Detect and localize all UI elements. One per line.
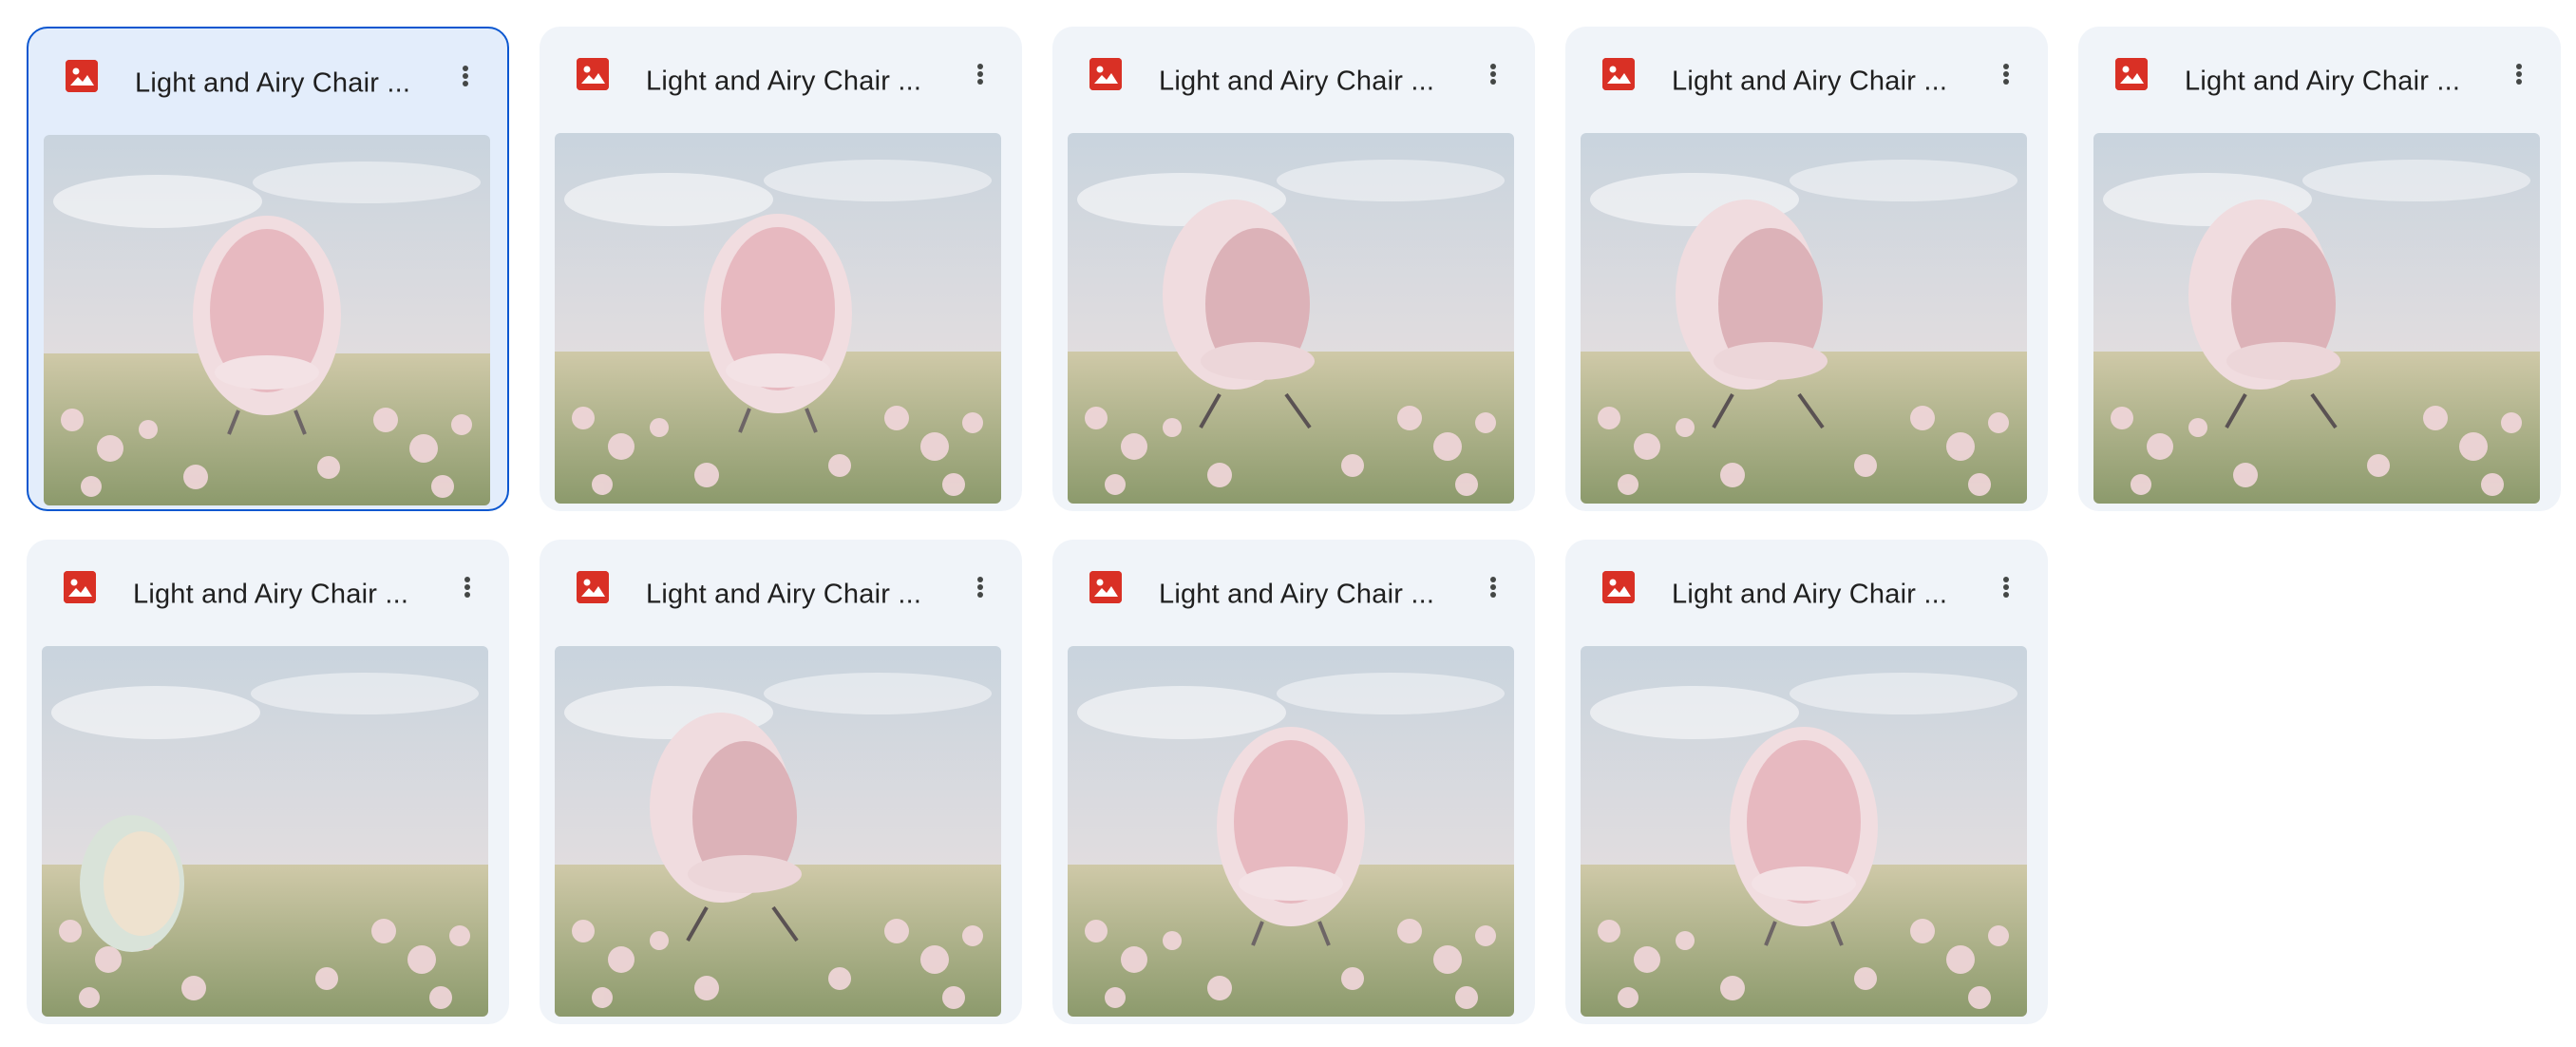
image-file-icon [66, 60, 98, 92]
image-thumbnail[interactable] [1068, 133, 1514, 504]
file-card-header: Light and Airy Chair ... [540, 540, 1022, 635]
dot-icon [2516, 79, 2522, 85]
file-title: Light and Airy Chair ... [133, 579, 409, 610]
image-thumbnail[interactable] [42, 646, 488, 1017]
dot-icon [1490, 584, 1496, 590]
file-card-header: Light and Airy Chair ... [2078, 27, 2561, 122]
dot-icon [2003, 64, 2009, 69]
more-options-button[interactable] [448, 568, 486, 606]
dot-icon [1490, 64, 1496, 69]
dot-icon [463, 73, 468, 79]
file-card-header: Light and Airy Chair ... [1565, 540, 2048, 635]
dot-icon [1490, 577, 1496, 582]
dot-icon [1490, 79, 1496, 85]
file-card[interactable]: Light and Airy Chair ... [1565, 27, 2048, 511]
image-file-icon [64, 571, 96, 603]
image-file-icon [1602, 571, 1635, 603]
file-card-header: Light and Airy Chair ... [28, 29, 507, 124]
dot-icon [2003, 584, 2009, 590]
more-options-button[interactable] [1474, 568, 1512, 606]
image-thumbnail[interactable] [44, 135, 490, 505]
dot-icon [977, 79, 983, 85]
file-card-header: Light and Airy Chair ... [1052, 540, 1535, 635]
file-card[interactable]: Light and Airy Chair ... [540, 27, 1022, 511]
file-title: Light and Airy Chair ... [1672, 66, 1948, 97]
dot-icon [2003, 79, 2009, 85]
dot-icon [1490, 592, 1496, 598]
dot-icon [977, 584, 983, 590]
file-card-header: Light and Airy Chair ... [1052, 27, 1535, 122]
file-card-header: Light and Airy Chair ... [540, 27, 1022, 122]
file-card-header: Light and Airy Chair ... [27, 540, 509, 635]
file-title: Light and Airy Chair ... [1159, 579, 1435, 610]
file-title: Light and Airy Chair ... [135, 67, 411, 99]
dot-icon [2003, 71, 2009, 77]
image-thumbnail[interactable] [555, 646, 1001, 1017]
file-card-header: Light and Airy Chair ... [1565, 27, 2048, 122]
dot-icon [2516, 71, 2522, 77]
file-card[interactable]: Light and Airy Chair ... [1052, 540, 1535, 1024]
file-title: Light and Airy Chair ... [1159, 66, 1435, 97]
more-options-button[interactable] [1987, 55, 2025, 93]
dot-icon [977, 577, 983, 582]
file-card[interactable]: Light and Airy Chair ... [2078, 27, 2561, 511]
more-options-button[interactable] [446, 57, 484, 95]
image-file-icon [1089, 58, 1122, 90]
file-title: Light and Airy Chair ... [1672, 579, 1948, 610]
image-thumbnail[interactable] [1581, 133, 2027, 504]
dot-icon [463, 66, 468, 71]
file-grid: Light and Airy Chair ... Light and Airy … [0, 0, 2576, 1047]
dot-icon [2003, 592, 2009, 598]
image-file-icon [2115, 58, 2148, 90]
image-file-icon [577, 58, 609, 90]
image-thumbnail[interactable] [555, 133, 1001, 504]
dot-icon [464, 577, 470, 582]
image-thumbnail[interactable] [1581, 646, 2027, 1017]
more-options-button[interactable] [2500, 55, 2538, 93]
file-title: Light and Airy Chair ... [646, 579, 922, 610]
dot-icon [1490, 71, 1496, 77]
file-title: Light and Airy Chair ... [646, 66, 922, 97]
file-card[interactable]: Light and Airy Chair ... [27, 540, 509, 1024]
dot-icon [463, 81, 468, 86]
more-options-button[interactable] [1987, 568, 2025, 606]
dot-icon [464, 584, 470, 590]
more-options-button[interactable] [961, 55, 999, 93]
image-file-icon [1089, 571, 1122, 603]
file-card[interactable]: Light and Airy Chair ... [1052, 27, 1535, 511]
file-title: Light and Airy Chair ... [2185, 66, 2461, 97]
dot-icon [977, 64, 983, 69]
more-options-button[interactable] [961, 568, 999, 606]
dot-icon [464, 592, 470, 598]
dot-icon [2516, 64, 2522, 69]
file-card[interactable]: Light and Airy Chair ... [540, 540, 1022, 1024]
file-card[interactable]: Light and Airy Chair ... [27, 27, 509, 511]
image-file-icon [1602, 58, 1635, 90]
dot-icon [2003, 577, 2009, 582]
dot-icon [977, 592, 983, 598]
more-options-button[interactable] [1474, 55, 1512, 93]
image-thumbnail[interactable] [2093, 133, 2540, 504]
image-thumbnail[interactable] [1068, 646, 1514, 1017]
dot-icon [977, 71, 983, 77]
image-file-icon [577, 571, 609, 603]
file-card[interactable]: Light and Airy Chair ... [1565, 540, 2048, 1024]
